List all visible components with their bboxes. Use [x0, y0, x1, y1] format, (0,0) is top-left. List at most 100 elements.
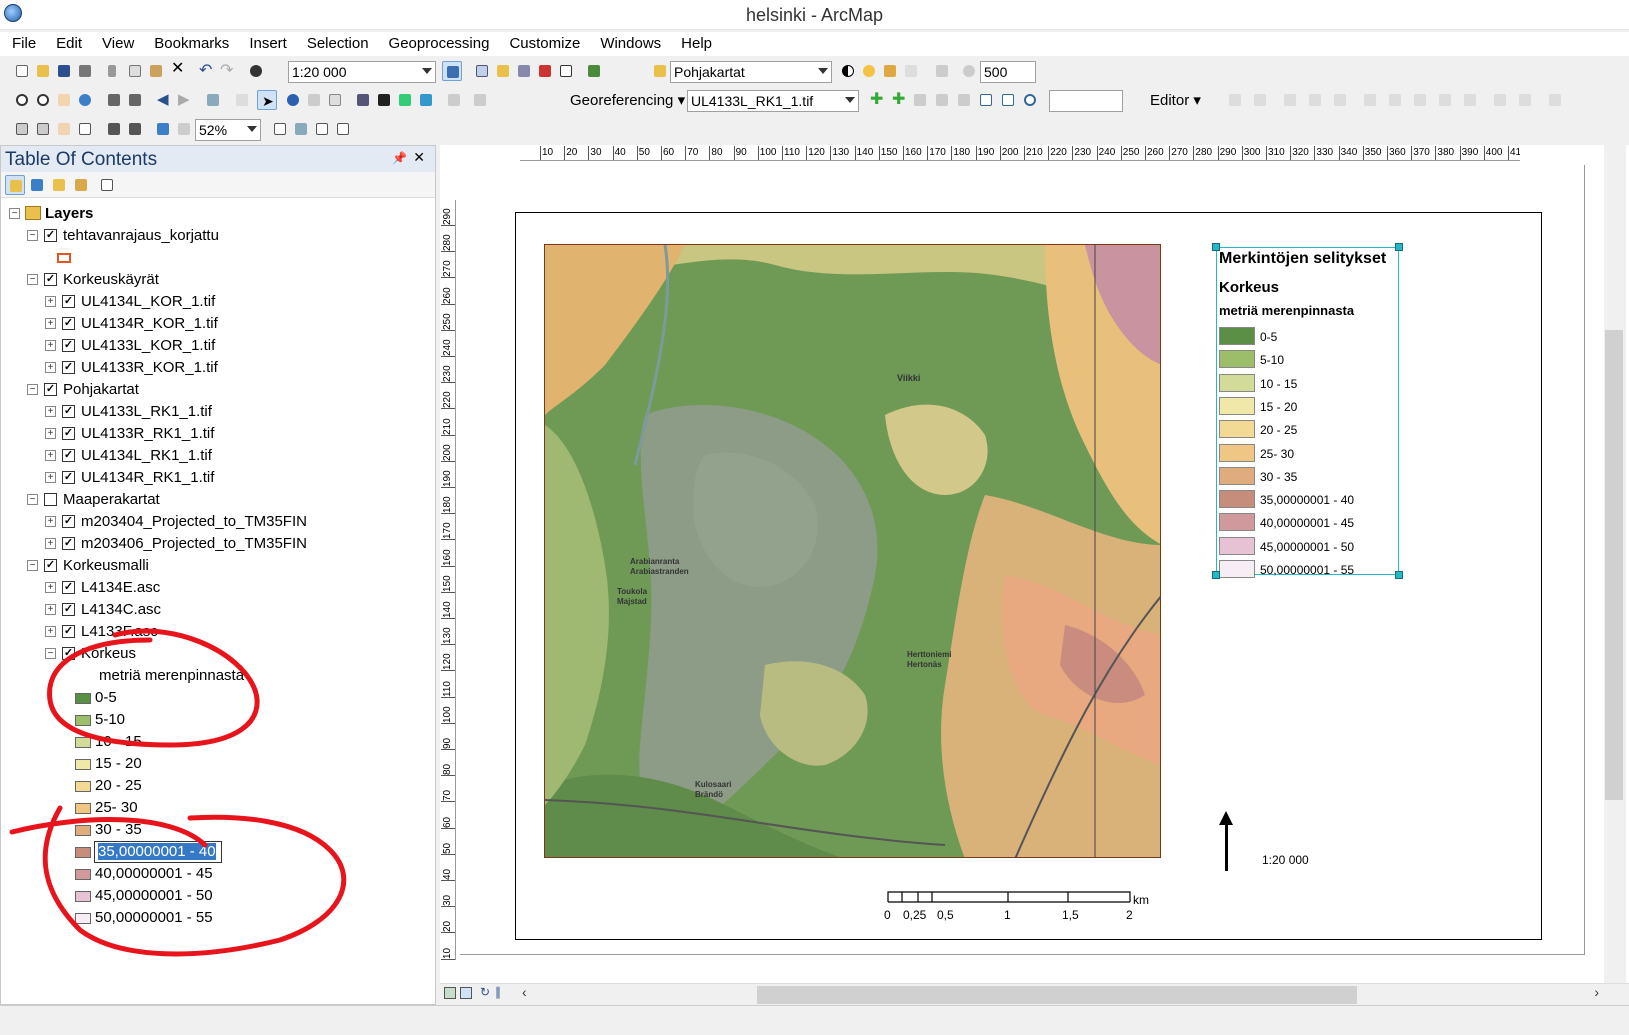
find-icon[interactable]: [374, 90, 394, 110]
close-icon[interactable]: ✕: [413, 149, 425, 166]
scale-text[interactable]: 1:20 000: [1262, 853, 1309, 867]
select-link-icon[interactable]: [910, 90, 930, 110]
visibility-checkbox[interactable]: ✓: [62, 339, 75, 352]
polygon-symbol[interactable]: [57, 253, 71, 263]
menu-windows[interactable]: Windows: [588, 32, 669, 52]
zoom-out-icon[interactable]: [33, 90, 53, 110]
fixed-zoom-out-icon[interactable]: [125, 90, 145, 110]
expand-icon[interactable]: +: [45, 472, 56, 483]
visibility-checkbox[interactable]: ✓: [62, 317, 75, 330]
map-scale-combo[interactable]: 1:20 000: [288, 61, 436, 83]
change-layout-icon[interactable]: [312, 119, 332, 139]
attributes-icon[interactable]: [1490, 90, 1510, 110]
visibility-checkbox[interactable]: ✓: [62, 625, 75, 638]
expand-icon[interactable]: +: [45, 296, 56, 307]
zoom-whole-page-icon[interactable]: [75, 119, 95, 139]
create-features-icon[interactable]: [1545, 90, 1565, 110]
layout-back-icon[interactable]: [153, 119, 173, 139]
scroll-left-icon[interactable]: ‹: [522, 984, 527, 1000]
expand-icon[interactable]: +: [45, 604, 56, 615]
catalog-icon[interactable]: [493, 61, 513, 81]
resolution-icon[interactable]: [932, 61, 952, 81]
sketch-properties-icon[interactable]: [1515, 90, 1535, 110]
straight-segment-icon[interactable]: [1280, 90, 1300, 110]
menu-selection[interactable]: Selection: [295, 32, 377, 52]
toc-options-icon[interactable]: [97, 175, 117, 195]
zoom-to-link-icon[interactable]: [932, 90, 952, 110]
basemap-layer-combo[interactable]: Pohjakartat: [670, 61, 832, 83]
expand-icon[interactable]: +: [45, 362, 56, 373]
visibility-checkbox[interactable]: [44, 493, 57, 506]
link-table-icon[interactable]: [998, 90, 1018, 110]
visibility-checkbox[interactable]: ✓: [44, 559, 57, 572]
split-icon[interactable]: [1435, 90, 1455, 110]
editor-toolbar-icon[interactable]: [442, 61, 462, 81]
go-to-xy-icon[interactable]: [416, 90, 436, 110]
selection-handle[interactable]: [1212, 571, 1220, 579]
transparency-icon[interactable]: [880, 61, 900, 81]
zoom-100-icon[interactable]: [174, 119, 194, 139]
paste-icon[interactable]: [146, 61, 166, 81]
visibility-checkbox[interactable]: ✓: [62, 603, 75, 616]
edit-annotation-icon[interactable]: [1250, 90, 1270, 110]
edit-tool-icon[interactable]: [1225, 90, 1245, 110]
layout-fixed-zoom-in-icon[interactable]: [104, 119, 124, 139]
rotate-edit-icon[interactable]: [1460, 90, 1480, 110]
visibility-checkbox[interactable]: ✓: [62, 405, 75, 418]
collapse-icon[interactable]: −: [9, 208, 20, 219]
focus-data-frame-icon[interactable]: [291, 119, 311, 139]
pan-icon[interactable]: [54, 90, 74, 110]
contrast-icon[interactable]: [838, 61, 858, 81]
expand-icon[interactable]: +: [45, 318, 56, 329]
add-control-points-icon[interactable]: ✚: [866, 90, 886, 110]
auto-registration-icon[interactable]: ✚: [888, 90, 908, 110]
collapse-icon[interactable]: −: [27, 274, 38, 285]
python-window-icon[interactable]: [556, 61, 576, 81]
select-features-icon[interactable]: [203, 90, 223, 110]
brightness-icon[interactable]: [859, 61, 879, 81]
menu-insert[interactable]: Insert: [237, 32, 295, 52]
expand-icon[interactable]: +: [45, 450, 56, 461]
list-by-selection-icon[interactable]: [71, 175, 91, 195]
modelbuilder-icon[interactable]: [584, 61, 604, 81]
georef-layer-combo[interactable]: UL4133L_RK1_1.tif: [687, 90, 859, 112]
pause-drawing-icon[interactable]: ∥: [495, 985, 501, 999]
list-by-visibility-icon[interactable]: [49, 175, 69, 195]
visibility-checkbox[interactable]: ✓: [44, 229, 57, 242]
open-folder-icon[interactable]: [33, 61, 53, 81]
trace-icon[interactable]: [1330, 90, 1350, 110]
scale-bar[interactable]: [880, 890, 1140, 910]
menu-geoprocessing[interactable]: Geoprocessing: [377, 32, 498, 52]
refresh-icon[interactable]: ↻: [480, 985, 490, 999]
visibility-checkbox[interactable]: ✓: [62, 537, 75, 550]
menu-bookmarks[interactable]: Bookmarks: [142, 32, 237, 52]
expand-icon[interactable]: +: [45, 516, 56, 527]
visibility-checkbox[interactable]: ✓: [62, 427, 75, 440]
rotate-icon[interactable]: [1020, 90, 1040, 110]
redo-icon[interactable]: ↷: [216, 61, 236, 81]
expand-icon[interactable]: +: [45, 626, 56, 637]
layout-pan-icon[interactable]: [54, 119, 74, 139]
list-by-source-icon[interactable]: [27, 175, 47, 195]
forward-icon[interactable]: ▶: [174, 90, 194, 110]
collapse-icon[interactable]: −: [45, 648, 56, 659]
georeferencing-menu[interactable]: Georeferencing ▾: [570, 91, 685, 109]
visibility-checkbox[interactable]: ✓: [44, 383, 57, 396]
fixed-zoom-in-icon[interactable]: [104, 90, 124, 110]
expand-icon[interactable]: +: [45, 538, 56, 549]
selection-handle[interactable]: [1395, 243, 1403, 251]
delete-icon[interactable]: ✕: [167, 61, 187, 81]
selection-handle[interactable]: [1395, 571, 1403, 579]
map-data-frame[interactable]: Viikki Arabianranta Arabiastranden Touko…: [544, 244, 1161, 858]
map-legend[interactable]: Merkintöjen selitykset Korkeus metriä me…: [1216, 247, 1399, 578]
undo-icon[interactable]: ↶: [195, 61, 215, 81]
size-value-input[interactable]: 500: [980, 61, 1036, 83]
visibility-checkbox[interactable]: ✓: [62, 515, 75, 528]
horizontal-scroll-thumb[interactable]: [757, 986, 1357, 1004]
full-extent-icon[interactable]: [75, 90, 95, 110]
data-driven-pages-icon[interactable]: [333, 119, 353, 139]
measure-icon[interactable]: [353, 90, 373, 110]
menu-help[interactable]: Help: [669, 32, 720, 52]
cut-icon[interactable]: [104, 61, 124, 81]
list-by-drawing-order-icon[interactable]: [5, 175, 25, 195]
